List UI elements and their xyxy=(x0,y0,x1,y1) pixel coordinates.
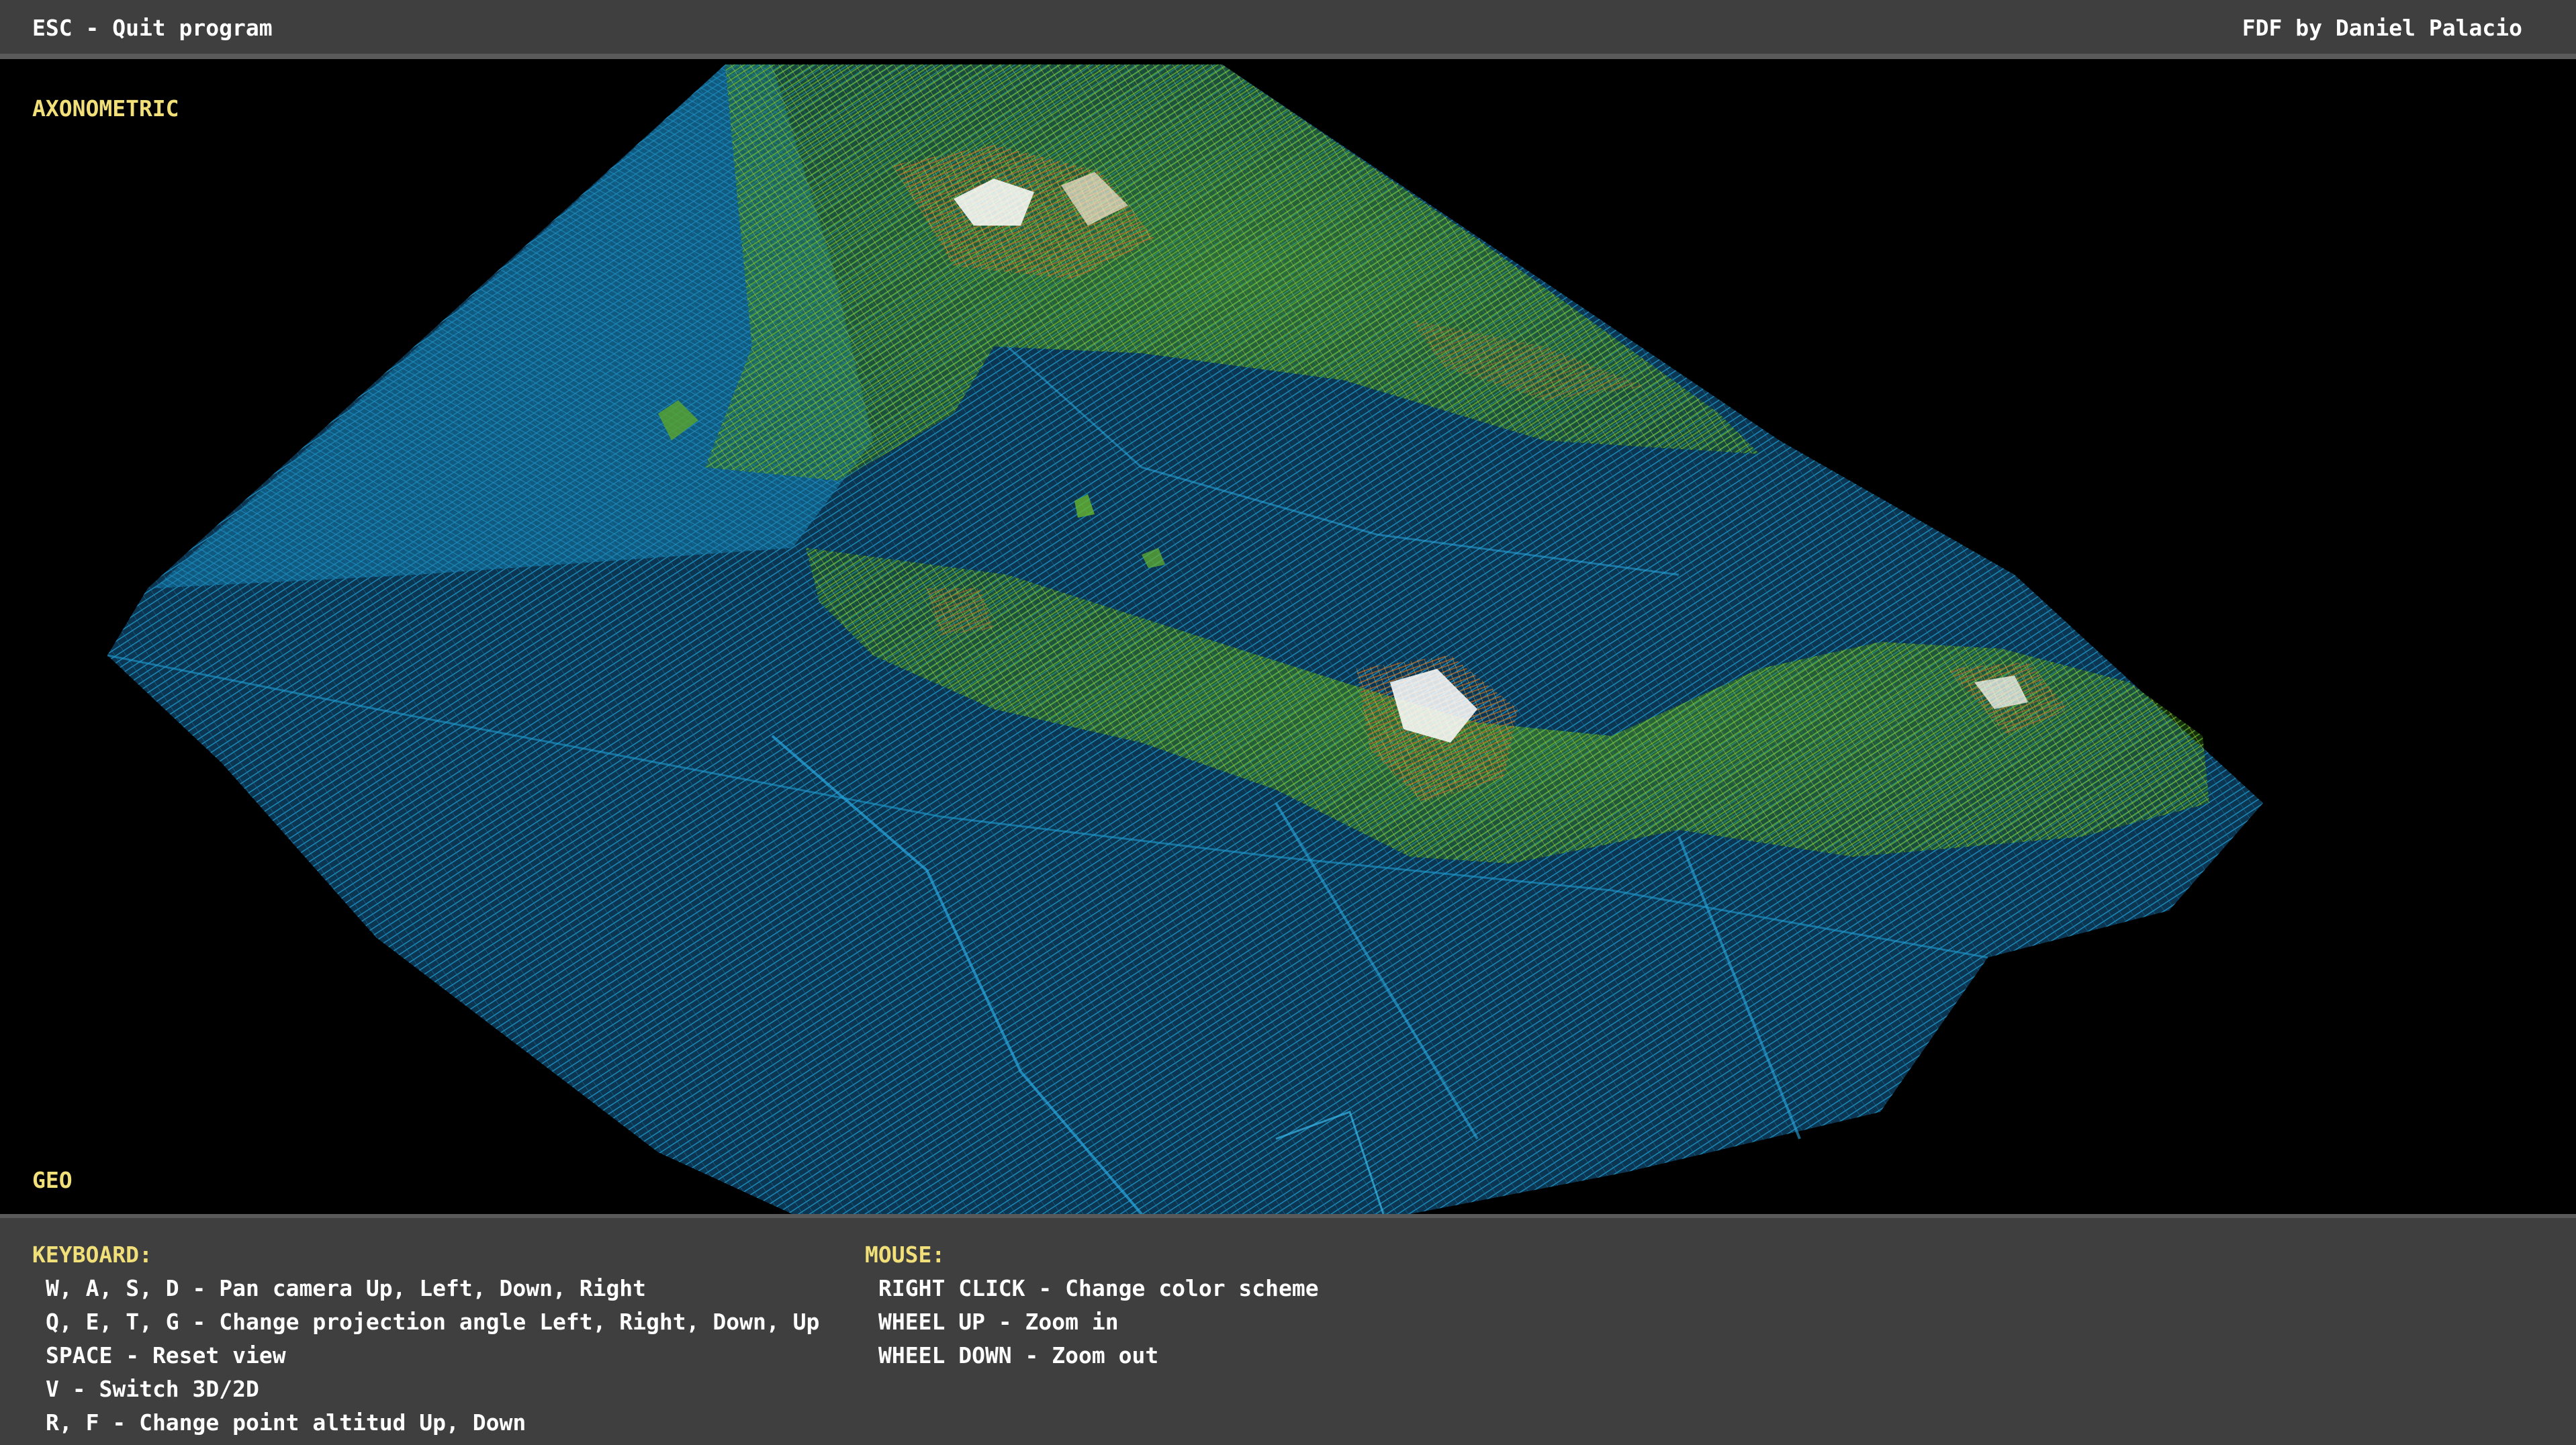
control-hint-switch: V - Switch 3D/2D xyxy=(46,1376,259,1402)
controls-panel: KEYBOARD: W, A, S, D - Pan camera Up, Le… xyxy=(0,1214,2576,1445)
mouse-title: MOUSE: xyxy=(865,1242,946,1268)
projection-label: AXONOMETRIC xyxy=(32,95,179,122)
render-viewport[interactable]: AXONOMETRIC GEO xyxy=(0,64,2576,1214)
control-hint-altitude: R, F - Change point altitud Up, Down xyxy=(46,1409,526,1436)
view-mode-label: GEO xyxy=(32,1167,73,1193)
keyboard-controls: KEYBOARD: W, A, S, D - Pan camera Up, Le… xyxy=(32,1238,819,1440)
control-hint-pan: W, A, S, D - Pan camera Up, Left, Down, … xyxy=(46,1275,647,1301)
app-credit: FDF by Daniel Palacio xyxy=(2242,15,2522,41)
wireframe-terrain[interactable] xyxy=(0,64,2576,1214)
quit-hint: ESC - Quit program xyxy=(32,15,273,41)
control-hint-reset: SPACE - Reset view xyxy=(46,1342,286,1368)
mouse-controls: MOUSE: RIGHT CLICK - Change color scheme… xyxy=(865,1238,1319,1372)
keyboard-title: KEYBOARD: xyxy=(32,1242,152,1268)
control-hint-zoom-out: WHEEL DOWN - Zoom out xyxy=(878,1342,1159,1368)
control-hint-angle: Q, E, T, G - Change projection angle Lef… xyxy=(46,1309,820,1335)
top-bar: ESC - Quit program FDF by Daniel Palacio xyxy=(0,0,2576,59)
control-hint-color: RIGHT CLICK - Change color scheme xyxy=(878,1275,1319,1301)
control-hint-zoom-in: WHEEL UP - Zoom in xyxy=(878,1309,1119,1335)
